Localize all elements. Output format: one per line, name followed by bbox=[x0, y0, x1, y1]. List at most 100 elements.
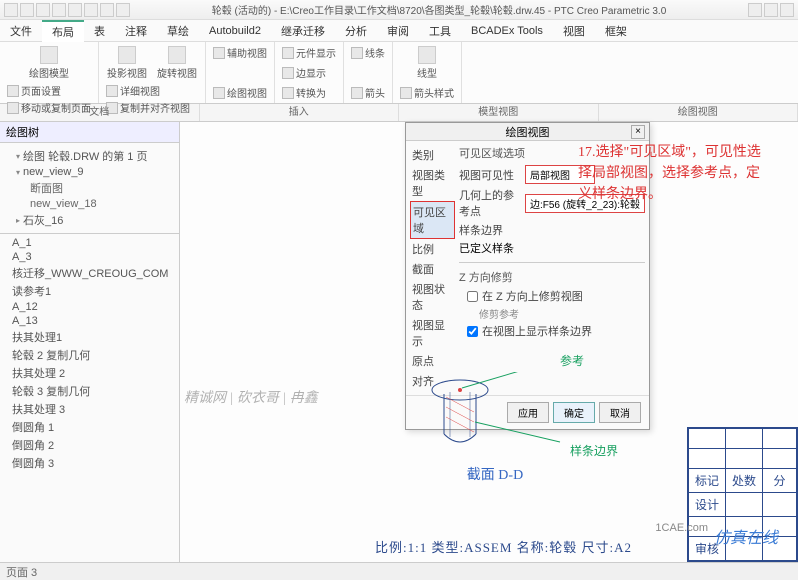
undo-icon[interactable] bbox=[52, 3, 66, 17]
list-item[interactable]: 倒圆角 3 bbox=[2, 454, 177, 472]
tab-table[interactable]: 表 bbox=[84, 21, 115, 41]
tab-bcadex[interactable]: BCADEx Tools bbox=[461, 23, 553, 39]
z-clip-checkbox[interactable]: 在 Z 方向上修剪视图 bbox=[467, 288, 645, 304]
list-item[interactable]: A_3 bbox=[2, 250, 177, 264]
detail-view-button[interactable]: 详细视图 bbox=[105, 82, 199, 99]
tree-leaf-view18[interactable]: new_view_18 bbox=[2, 197, 177, 211]
tab-inherit[interactable]: 继承迁移 bbox=[271, 21, 335, 41]
open-icon[interactable] bbox=[20, 3, 34, 17]
cat-display[interactable]: 视图显示 bbox=[410, 315, 455, 351]
list-item[interactable]: 扶其处理1 bbox=[2, 328, 177, 346]
tree-node-16[interactable]: 石灰_16 bbox=[2, 211, 177, 229]
tree-leaf-section[interactable]: 断面图 bbox=[2, 179, 177, 197]
cancel-button[interactable]: 取消 bbox=[599, 402, 641, 423]
minimize-icon[interactable] bbox=[748, 3, 762, 17]
dialog-title: 绘图视图 × bbox=[406, 123, 649, 141]
tree-root: 绘图 轮毂.DRW 的第 1 页 bbox=[2, 147, 177, 165]
cat-visible-area[interactable]: 可见区域 bbox=[410, 201, 455, 239]
cat-state[interactable]: 视图状态 bbox=[410, 279, 455, 315]
spline-boundary-label: 样条边界 bbox=[459, 222, 645, 238]
list-item[interactable]: 扶其处理 2 bbox=[2, 364, 177, 382]
list-item[interactable]: 倒圆角 1 bbox=[2, 418, 177, 436]
tab-sketch[interactable]: 草绘 bbox=[157, 21, 199, 41]
convert-button[interactable]: 转换为 bbox=[281, 84, 337, 101]
drawing-tree[interactable]: 绘图 轮毂.DRW 的第 1 页 new_view_9 断面图 new_view… bbox=[0, 143, 179, 233]
show-spline-checkbox[interactable]: 在视图上显示样条边界 bbox=[467, 323, 645, 339]
tab-review[interactable]: 审阅 bbox=[377, 21, 419, 41]
ribbon-labels: 文档 插入 模型视图 绘图视图 bbox=[0, 104, 798, 122]
drawing-view-button[interactable]: 绘图视图 bbox=[212, 84, 268, 101]
tab-autobuild[interactable]: Autobuild2 bbox=[199, 23, 271, 39]
list-item[interactable]: A_13 bbox=[2, 314, 177, 328]
list-item[interactable]: 轮毂 3 复制几何 bbox=[2, 382, 177, 400]
page-setup-button[interactable]: 页面设置 bbox=[6, 82, 92, 99]
aux-view-button[interactable]: 辅助视图 bbox=[212, 44, 268, 61]
regen-icon[interactable] bbox=[84, 3, 98, 17]
tab-annotate[interactable]: 注释 bbox=[115, 21, 157, 41]
clip-ref-button[interactable]: 修剪参考 bbox=[479, 306, 645, 321]
watermark-cae: 1CAE.com bbox=[655, 522, 708, 534]
arrowstyle-icon bbox=[400, 87, 412, 99]
line-button[interactable]: 线条 bbox=[350, 44, 386, 61]
list-item[interactable]: 倒圆角 2 bbox=[2, 436, 177, 454]
drawing-info: 比例:1:1 类型:ASSEM 名称:轮毂 尺寸:A2 bbox=[375, 537, 632, 556]
rotated-view-button[interactable]: 旋转视图 bbox=[155, 44, 199, 82]
drawing-model-button[interactable]: 绘图模型 bbox=[6, 44, 92, 82]
line-icon bbox=[351, 47, 363, 59]
watermark-right: 仿真在线 bbox=[714, 524, 778, 548]
subbar-insert: 插入 bbox=[200, 104, 400, 121]
arrow-style-button[interactable]: 箭头样式 bbox=[399, 84, 455, 101]
quick-access bbox=[4, 3, 130, 17]
drawing-canvas[interactable]: 1CAE.COM 绘图视图 × 类别 视图类型 可见区域 比例 截面 视图状态 … bbox=[180, 122, 798, 562]
window-icon[interactable] bbox=[100, 3, 114, 17]
main-area: 绘图树 绘图 轮毂.DRW 的第 1 页 new_view_9 断面图 new_… bbox=[0, 122, 798, 562]
subbar-drawview: 绘图视图 bbox=[599, 104, 798, 121]
list-item[interactable]: 扶其处理 3 bbox=[2, 400, 177, 418]
close-doc-icon[interactable] bbox=[116, 3, 130, 17]
comp-display-button[interactable]: 元件显示 bbox=[281, 44, 337, 61]
comp-icon bbox=[282, 47, 294, 59]
list-item[interactable]: 轮毂 2 复制几何 bbox=[2, 346, 177, 364]
edge-icon bbox=[282, 67, 294, 79]
subbar-doc: 文档 bbox=[0, 104, 200, 121]
projection-icon bbox=[118, 46, 136, 64]
tree-node-view9[interactable]: new_view_9 bbox=[2, 165, 177, 179]
arrow-icon bbox=[351, 87, 363, 99]
subbar-modelview: 模型视图 bbox=[399, 104, 599, 121]
model-tree[interactable]: A_1 A_3 核迁移_WWW_CREOUG_COM 读参考1 A_12 A_1… bbox=[0, 233, 179, 562]
save-icon[interactable] bbox=[36, 3, 50, 17]
new-icon[interactable] bbox=[4, 3, 18, 17]
section-drawing bbox=[420, 372, 570, 462]
redo-icon[interactable] bbox=[68, 3, 82, 17]
tab-view[interactable]: 视图 bbox=[553, 21, 595, 41]
arrow-button[interactable]: 箭头 bbox=[350, 84, 386, 101]
list-item[interactable]: 核迁移_WWW_CREOUG_COM bbox=[2, 264, 177, 282]
dialog-categories: 类别 视图类型 可见区域 比例 截面 视图状态 视图显示 原点 对齐 bbox=[410, 145, 455, 391]
list-item[interactable]: A_12 bbox=[2, 300, 177, 314]
close-icon[interactable] bbox=[780, 3, 794, 17]
drwview-icon bbox=[213, 87, 225, 99]
list-item[interactable]: 读参考1 bbox=[2, 282, 177, 300]
cat-viewtype[interactable]: 视图类型 bbox=[410, 165, 455, 201]
dialog-close-icon[interactable]: × bbox=[631, 125, 645, 139]
list-item[interactable]: A_1 bbox=[2, 236, 177, 250]
tab-frame[interactable]: 框架 bbox=[595, 21, 637, 41]
visibility-label: 视图可见性 bbox=[459, 167, 521, 183]
cat-scale[interactable]: 比例 bbox=[410, 239, 455, 259]
tab-layout[interactable]: 布局 bbox=[42, 20, 84, 42]
spline-boundary-field[interactable]: 已定义样条 bbox=[459, 240, 539, 256]
window-title: 轮毂 (活动的) - E:\Creo工作目录\工作文档\8720\各图类型_轮毂… bbox=[130, 2, 748, 17]
edge-display-button[interactable]: 边显示 bbox=[281, 64, 337, 81]
tab-analysis[interactable]: 分析 bbox=[335, 21, 377, 41]
cat-label: 类别 bbox=[410, 145, 455, 165]
maximize-icon[interactable] bbox=[764, 3, 778, 17]
linetype-button[interactable]: 线型 bbox=[399, 44, 455, 82]
tab-file[interactable]: 文件 bbox=[0, 21, 42, 41]
cat-section[interactable]: 截面 bbox=[410, 259, 455, 279]
cat-origin[interactable]: 原点 bbox=[410, 351, 455, 371]
tab-tools[interactable]: 工具 bbox=[419, 21, 461, 41]
menubar: 文件 布局 表 注释 草绘 Autobuild2 继承迁移 分析 审阅 工具 B… bbox=[0, 20, 798, 42]
page-indicator: 页面 3 bbox=[6, 564, 37, 580]
projection-view-button[interactable]: 投影视图 bbox=[105, 44, 149, 82]
tree-header: 绘图树 bbox=[0, 122, 179, 143]
